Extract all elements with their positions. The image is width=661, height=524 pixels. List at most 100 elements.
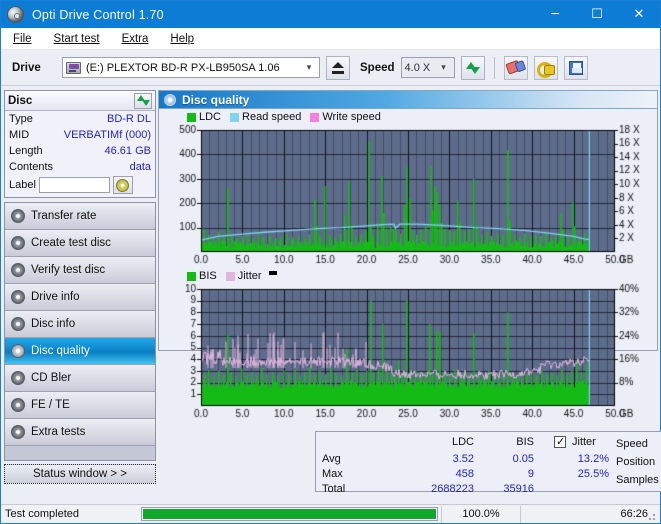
- ldc-chart-legend: LDC Read speed Write speed: [159, 109, 657, 124]
- disc-icon: [11, 236, 25, 250]
- eject-icon: [331, 61, 345, 74]
- minimize-button[interactable]: ─: [534, 1, 576, 28]
- progress-bar-fill: [143, 509, 436, 519]
- legend-swatch-read-speed: [230, 112, 240, 122]
- menu-help-label: Help: [170, 32, 195, 45]
- title-bar: Opti Drive Control 1.70 ─ ☐ ✕: [1, 1, 660, 28]
- disc-icon: [11, 398, 25, 412]
- disc-mid-value: VERBATIMf (000): [63, 129, 151, 141]
- erase-button[interactable]: [503, 55, 528, 80]
- sidebar-item-verify-test-disc[interactable]: Verify test disc: [5, 257, 155, 284]
- sidebar-item-extra-tests[interactable]: Extra tests: [5, 419, 155, 446]
- stats-header-jitter: Jitter: [572, 436, 596, 448]
- sidebar-item-cd-bler[interactable]: CD Bler: [5, 365, 155, 392]
- stats-header-ldc: LDC: [451, 436, 474, 448]
- stats-position-label: Position: [616, 456, 656, 468]
- disc-refresh-button[interactable]: [134, 92, 152, 109]
- disc-contents-value: data: [129, 161, 151, 173]
- disc-icon: [11, 290, 25, 304]
- sidebar-item-label: Create test disc: [31, 237, 111, 249]
- main-body: Disc Type BD-R DL MID VERBATIMf (000) Le…: [1, 86, 661, 502]
- legend-label-bis: BIS: [199, 270, 217, 282]
- legend-entry-ldc: LDC: [187, 111, 221, 123]
- menu-start-test-label: Start test: [53, 32, 100, 45]
- stats-position-value: 47731 MB: [651, 456, 661, 468]
- legend-swatch-write-speed: [310, 112, 320, 122]
- chevron-down-icon: ▾: [306, 62, 312, 73]
- maximize-button[interactable]: ☐: [576, 1, 618, 28]
- disc-type-label: Type: [9, 113, 33, 125]
- drive-select-value: (E:) PLEXTOR BD-R PX-LB950SA 1.06: [86, 61, 280, 74]
- sidebar-item-label: Verify test disc: [31, 264, 106, 276]
- sidebar-item-drive-info[interactable]: Drive info: [5, 284, 155, 311]
- speed-select-value: 4.0 X: [404, 61, 431, 74]
- speed-label: Speed: [360, 61, 395, 74]
- page-title: Disc quality: [182, 92, 250, 107]
- bis-jitter-chart[interactable]: [159, 283, 659, 421]
- menu-item-file[interactable]: File: [9, 31, 36, 47]
- eject-button[interactable]: [326, 55, 350, 80]
- sidebar-item-label: Transfer rate: [31, 210, 97, 222]
- drive-label: Drive: [12, 61, 41, 74]
- refresh-button[interactable]: [460, 55, 485, 80]
- disc-icon: [11, 263, 25, 277]
- sidebar-item-transfer-rate[interactable]: Transfer rate: [5, 203, 155, 230]
- disc-length-value: 46.61 GB: [104, 145, 151, 157]
- drive-icon: [66, 61, 81, 74]
- status-window-button[interactable]: Status window > >: [4, 464, 156, 484]
- bitsetting-button[interactable]: [533, 55, 558, 80]
- save-icon: [568, 60, 583, 75]
- toolbar-separator: [493, 56, 495, 79]
- legend-swatch-ldc: [187, 112, 196, 122]
- bis-jitter-chart-canvas: [159, 283, 659, 421]
- disc-icon: [11, 344, 25, 358]
- sidebar-item-disc-quality[interactable]: Disc quality: [5, 338, 155, 365]
- stats-avg-ldc: 3.52: [452, 453, 474, 465]
- sidebar-item-label: FE / TE: [31, 399, 70, 411]
- menu-item-extra[interactable]: Extra: [118, 31, 153, 47]
- disc-info-panel: Disc Type BD-R DL MID VERBATIMf (000) Le…: [4, 90, 156, 198]
- menu-item-help[interactable]: Help: [166, 31, 198, 47]
- sidebar-item-create-test-disc[interactable]: Create test disc: [5, 230, 155, 257]
- stats-speed-label: Speed: [616, 438, 648, 450]
- disc-mid-label: MID: [9, 129, 30, 141]
- jitter-checkbox[interactable]: [554, 435, 566, 448]
- sidebar-item-disc-info[interactable]: Disc info: [5, 311, 155, 338]
- save-button[interactable]: [563, 55, 588, 80]
- disc-panel-title: Disc: [8, 94, 33, 107]
- sidebar-item-label: Disc info: [31, 318, 76, 330]
- stats-avg-bis: 0.05: [512, 453, 534, 465]
- disc-label-apply-button[interactable]: [112, 176, 133, 194]
- close-button[interactable]: ✕: [618, 1, 660, 28]
- disc-icon: [11, 209, 25, 223]
- disc-row-length: Length 46.61 GB: [5, 143, 155, 159]
- stats-total-ldc: 2688223: [431, 483, 474, 495]
- disc-label-input[interactable]: [38, 177, 110, 193]
- status-message: Test completed: [5, 508, 79, 520]
- sidebar-item-label: CD Bler: [31, 372, 72, 384]
- legend-entry-write-speed: Write speed: [310, 111, 381, 123]
- speed-select[interactable]: 4.0 X ▾: [400, 57, 455, 78]
- bitsetting-icon: [537, 61, 556, 78]
- sidebar-item-label: Drive info: [31, 291, 80, 303]
- ldc-chart[interactable]: [159, 124, 659, 267]
- disc-type-value: BD-R DL: [106, 113, 151, 125]
- legend-label-read-speed: Read speed: [242, 111, 302, 123]
- disc-icon: [11, 317, 25, 331]
- menu-item-start-test[interactable]: Start test: [50, 31, 104, 47]
- sidebar-item-fe-te[interactable]: FE / TE: [5, 392, 155, 419]
- status-bar: Test completed 100.0% 66:26: [1, 504, 660, 523]
- disc-row-type: Type BD-R DL: [5, 111, 155, 127]
- resize-grip-icon[interactable]: [648, 511, 658, 521]
- chevron-down-icon: ▾: [441, 62, 446, 73]
- disc-length-label: Length: [9, 145, 43, 157]
- disc-row-mid: MID VERBATIMf (000): [5, 127, 155, 143]
- stats-row-label-total: Total: [322, 483, 346, 495]
- disc-label-row: Label: [5, 175, 155, 197]
- refresh-icon: [465, 60, 481, 76]
- legend-entry-jitter: Jitter: [225, 270, 277, 282]
- progress-bar: [141, 507, 438, 521]
- elapsed-time: 66:26: [620, 508, 648, 520]
- test-nav-list: Transfer rate Create test disc Verify te…: [4, 202, 156, 461]
- drive-select[interactable]: (E:) PLEXTOR BD-R PX-LB950SA 1.06 ▾: [62, 57, 320, 78]
